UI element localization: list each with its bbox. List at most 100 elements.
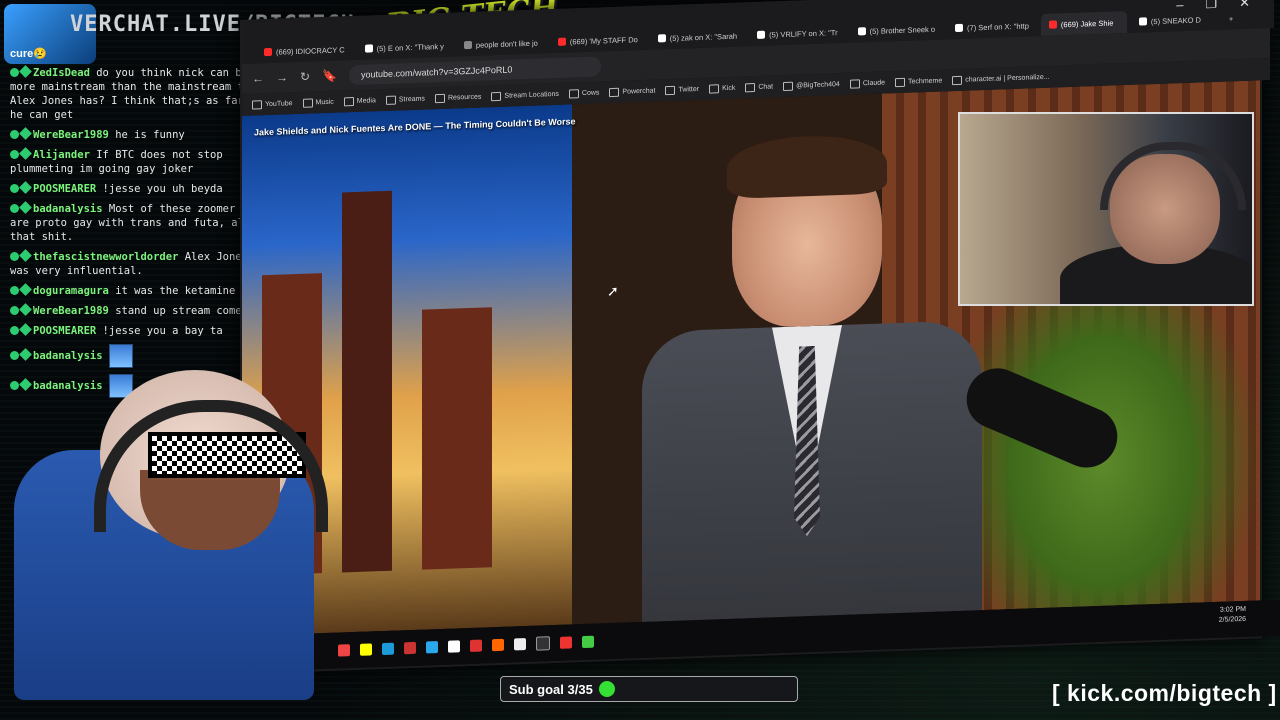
bookmark-label: Powerchat <box>622 86 656 96</box>
bookmark-label: @BigTech404 <box>796 80 840 90</box>
chat-username[interactable]: WereBear1989 <box>33 305 109 317</box>
chat-username[interactable]: POOSMEARER <box>33 325 96 337</box>
taskbar-app-icon[interactable] <box>582 635 594 649</box>
chat-username[interactable]: badanalysis <box>33 380 103 392</box>
bookmark-item[interactable]: Chat <box>745 82 773 92</box>
tab-label: (669) IDIOCRACY C <box>276 44 345 57</box>
tab-favicon-icon <box>757 30 766 39</box>
chat-panel: ZedIsDead do you think nick can be more … <box>10 65 272 404</box>
clock-date: 2/5/2026 <box>1218 615 1246 624</box>
tab-favicon-icon <box>264 47 272 57</box>
chat-username[interactable]: doguramagura <box>33 285 109 297</box>
tab-favicon-icon <box>1048 20 1057 29</box>
tab-favicon-icon <box>557 37 566 46</box>
chat-message: WereBear1989 stand up stream comedy <box>10 303 272 318</box>
bookmark-label: Stream Locations <box>504 90 559 100</box>
chat-text: stand up stream comedy <box>115 305 255 317</box>
bookmark-item[interactable]: Resources <box>434 92 481 103</box>
sub-badge-icon <box>19 127 32 140</box>
folder-icon <box>385 95 396 105</box>
chat-text: it was the ketamine <box>115 285 236 297</box>
tab-label: (669) 'My STAFF Do <box>569 34 638 46</box>
mod-badge-icon <box>10 351 19 360</box>
chat-username[interactable]: ZedIsDead <box>33 67 90 79</box>
taskbar-app-icon[interactable] <box>338 644 350 657</box>
avatar-caption: cure😢 <box>10 48 47 60</box>
mod-badge-icon <box>10 150 19 159</box>
folder-icon <box>745 82 756 92</box>
tab-favicon-icon <box>955 23 964 33</box>
bookmark-label: Streams <box>398 95 425 103</box>
back-icon[interactable]: ← <box>252 71 264 85</box>
mod-badge-icon <box>10 252 19 261</box>
reload-icon[interactable]: ↻ <box>300 70 310 84</box>
bookmark-item[interactable]: Music <box>302 97 334 108</box>
sub-badge-icon <box>19 65 32 78</box>
tab-label: (5) E on X: "Thank y <box>376 41 444 53</box>
sub-badge-icon <box>19 303 32 316</box>
mod-badge-icon <box>10 130 19 139</box>
bookmark-item[interactable]: Claude <box>849 78 886 89</box>
folder-icon <box>895 77 906 87</box>
folder-icon <box>568 88 579 99</box>
bookmark-icon[interactable]: 🔖 <box>322 69 337 84</box>
bookmark-item[interactable]: Streams <box>385 94 425 105</box>
chat-message: ZedIsDead do you think nick can be more … <box>10 65 272 122</box>
chat-username[interactable]: thefascistnewworldorder <box>33 251 178 263</box>
sub-badge-icon <box>19 147 32 160</box>
tab-favicon-icon <box>857 27 866 36</box>
bookmark-item[interactable]: @BigTech404 <box>783 80 840 91</box>
close-icon[interactable]: ✕ <box>1239 0 1250 11</box>
tab-favicon-icon <box>657 34 666 43</box>
chat-text: !jesse you a bay ta <box>102 325 223 337</box>
chat-message: badanalysis Most of these zoomer men are… <box>10 201 272 244</box>
taskbar-app-icon[interactable] <box>404 641 416 655</box>
bookmark-item[interactable]: Techmeme <box>895 76 942 87</box>
video-person-hair <box>727 133 887 199</box>
bookmark-item[interactable]: Stream Locations <box>491 89 559 101</box>
browser-tab[interactable]: people don't like jo <box>456 31 546 56</box>
bookmark-item[interactable]: Twitter <box>665 84 699 95</box>
taskbar-app-icon[interactable] <box>382 642 394 656</box>
bookmark-item[interactable]: YouTube <box>252 99 293 110</box>
bookmark-item[interactable]: character.ai | Personalize... <box>952 72 1050 85</box>
sub-badge-icon <box>19 181 32 194</box>
taskbar-app-icon[interactable] <box>470 639 482 652</box>
folder-icon <box>491 91 502 101</box>
address-bar[interactable]: youtube.com/watch?v=3GZJc4PoRL0 <box>349 56 602 86</box>
tab-label: (7) Serf on X: "http <box>967 20 1029 33</box>
bookmark-item[interactable]: Kick <box>709 83 735 94</box>
mod-badge-icon <box>10 326 19 335</box>
chat-username[interactable]: badanalysis <box>33 203 103 215</box>
bookmark-item[interactable]: Media <box>343 96 376 106</box>
taskbar-app-icon[interactable] <box>448 640 460 653</box>
bookmark-item[interactable]: Cows <box>568 88 599 99</box>
sub-badge-icon <box>19 378 32 391</box>
maximize-icon[interactable]: ❐ <box>1205 0 1217 12</box>
bookmark-label: YouTube <box>265 99 293 108</box>
chat-username[interactable]: Alijander <box>33 149 90 161</box>
taskbar-app-icon[interactable] <box>514 638 526 651</box>
bookmark-label: Claude <box>862 78 886 87</box>
browser-tab[interactable]: (7) Serf on X: "http <box>947 14 1037 39</box>
browser-tab[interactable]: (669) Jake Shie <box>1040 11 1127 37</box>
taskbar-app-icon[interactable] <box>536 636 550 651</box>
chat-text: he is funny <box>115 129 185 141</box>
bookmark-label: Chat <box>758 82 774 91</box>
taskbar-app-icon[interactable] <box>360 643 372 656</box>
sub-badge-icon <box>19 201 32 214</box>
chat-username[interactable]: badanalysis <box>33 350 103 362</box>
chat-username[interactable]: WereBear1989 <box>33 129 109 141</box>
forward-icon[interactable]: → <box>276 70 288 84</box>
chat-username[interactable]: POOSMEARER <box>33 183 96 195</box>
mod-badge-icon <box>10 68 19 77</box>
kick-channel-url: [ kick.com/bigtech ] <box>1052 680 1277 706</box>
taskbar-app-icon[interactable] <box>560 636 572 649</box>
sub-goal-indicator-icon <box>598 681 615 697</box>
bookmark-item[interactable]: Powerchat <box>609 86 655 97</box>
bookmark-label: character.ai | Personalize... <box>965 73 1050 84</box>
taskbar-app-icon[interactable] <box>492 638 504 652</box>
folder-icon <box>952 75 963 85</box>
minimize-icon[interactable]: – <box>1176 0 1183 13</box>
taskbar-app-icon[interactable] <box>426 641 438 654</box>
